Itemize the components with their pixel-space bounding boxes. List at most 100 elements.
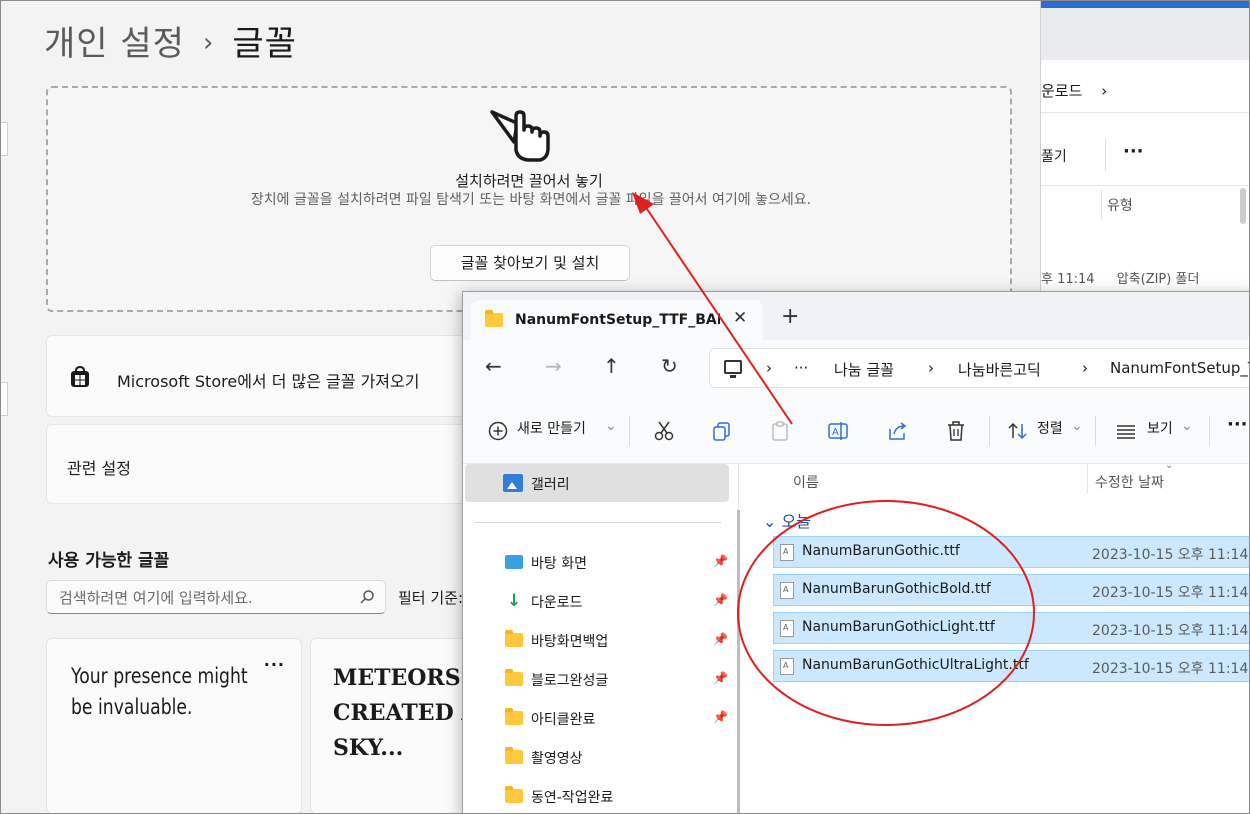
sidebar-item-folder[interactable]: 바탕화면백업 📌 [501, 625, 731, 655]
desktop-icon [505, 555, 523, 569]
tab-bar: NanumFontSetup_TTF_BARUN ✕ + [463, 292, 1250, 340]
font-file-icon [780, 620, 794, 637]
background-row-time: 후 11:14 [1041, 272, 1095, 287]
column-header-type[interactable]: 유형 [1107, 195, 1133, 215]
drop-zone-title: 설치하려면 끌어서 놓기 [455, 172, 603, 190]
toolbar-divider [1209, 416, 1210, 446]
browse-and-install-button[interactable]: 글꼴 찾아보기 및 설치 [430, 245, 630, 281]
pin-icon[interactable]: 📌 [713, 554, 728, 568]
more-options-icon[interactable]: ··· [264, 655, 285, 674]
forward-icon[interactable]: → [545, 354, 562, 378]
filter-label[interactable]: 필터 기준: [398, 587, 463, 608]
chevron-right-icon: › [1082, 359, 1088, 377]
view-button[interactable]: 보기 [1147, 418, 1173, 438]
extract-button[interactable]: 풀기 [1041, 146, 1067, 166]
column-header-date-modified[interactable]: 수정한 날짜 [1095, 472, 1164, 492]
sidebar-item-label: 블로그완성글 [531, 673, 609, 689]
sidebar-item-folder[interactable]: 촬영영상 [501, 742, 731, 772]
folder-icon [485, 310, 503, 327]
related-settings-title: 관련 설정 [67, 459, 131, 478]
sidebar-item-label: 동연-작업완료 [531, 790, 614, 806]
background-scrollbar[interactable] [1240, 188, 1246, 224]
rename-icon[interactable]: A [827, 420, 849, 442]
folder-icon [505, 630, 523, 647]
chevron-right-icon: › [766, 359, 772, 377]
close-tab-icon[interactable]: ✕ [733, 308, 747, 328]
font-file-icon [780, 582, 794, 599]
file-name: NanumBarunGothicLight.ttf [802, 619, 995, 635]
paste-icon[interactable] [769, 420, 791, 442]
chevron-down-icon[interactable]: ⌄ [605, 418, 617, 434]
breadcrumb-current-folder[interactable]: NanumFontSetup_TTF_BARUN [1110, 359, 1250, 377]
new-tab-icon[interactable]: + [781, 306, 799, 328]
breadcrumb-parent[interactable]: 개인 설정 [44, 24, 185, 64]
background-titlebar [1041, 0, 1250, 60]
column-divider[interactable] [1087, 464, 1088, 494]
sort-button[interactable]: 정렬 [1037, 418, 1063, 438]
background-row-type: 압축(ZIP) 폴더 [1116, 272, 1200, 287]
store-link-label: Microsoft Store에서 더 많은 글꼴 가져오기 [117, 372, 420, 391]
pin-icon[interactable]: 📌 [713, 710, 728, 724]
file-row[interactable]: NanumBarunGothicBold.ttf 2023-10-15 오후 1… [773, 574, 1250, 606]
file-name: NanumBarunGothicUltraLight.ttf [802, 657, 1029, 673]
sidebar-item-gallery[interactable]: 갤러리 [465, 464, 729, 502]
pc-icon [724, 360, 742, 378]
share-icon[interactable] [887, 420, 909, 442]
file-explorer-window: NanumFontSetup_TTF_BARUN ✕ + ← → ↑ ↻ › ·… [462, 291, 1250, 814]
chevron-right-icon: › [928, 359, 934, 377]
pin-icon[interactable]: 📌 [713, 593, 728, 607]
back-icon[interactable]: ← [485, 354, 502, 378]
up-icon[interactable]: ↑ [603, 354, 620, 378]
chevron-down-icon[interactable]: ⌄ [1071, 418, 1083, 434]
file-date: 2023-10-15 오후 11:14 [1092, 623, 1249, 639]
sidebar-item-folder[interactable]: 아티클완료 📌 [501, 703, 731, 733]
download-icon: ↓ [507, 591, 522, 611]
file-row[interactable]: NanumBarunGothic.ttf 2023-10-15 오후 11:14 [773, 536, 1250, 568]
background-address-bar[interactable]: 운로드 › [1041, 80, 1121, 101]
column-divider[interactable] [1101, 190, 1102, 220]
file-date: 2023-10-15 오후 11:14 [1092, 585, 1249, 601]
refresh-icon[interactable]: ↻ [661, 354, 678, 378]
group-header-today[interactable]: ⌄ 오늘 [763, 508, 811, 532]
font-search-input[interactable] [59, 587, 349, 609]
font-search-box[interactable] [46, 580, 386, 614]
more-options-icon[interactable]: ··· [1123, 141, 1144, 162]
font-card[interactable]: Your presence might be invaluable. ··· [46, 638, 302, 814]
sidebar-item-folder[interactable]: 동연-작업완료 [501, 781, 731, 811]
pin-icon[interactable]: 📌 [713, 671, 728, 685]
breadcrumb-nanum-fonts[interactable]: 나눔 글꼴 [834, 359, 894, 380]
pin-icon[interactable]: 📌 [713, 632, 728, 646]
font-sample-text: METEORS CREATED A SKY... [333, 665, 478, 761]
background-file-row[interactable]: 후 11:14 압축(ZIP) 폴더 [1041, 268, 1217, 287]
toolbar-divider [1095, 416, 1096, 446]
breadcrumb-overflow[interactable]: ··· [794, 359, 808, 377]
new-button[interactable]: 새로 만들기 [517, 418, 586, 438]
breadcrumb-nanum-barun-gothic[interactable]: 나눔바른고딕 [958, 359, 1041, 380]
sidebar-item-label: 다운로드 [531, 595, 583, 611]
more-options-icon[interactable]: ··· [1227, 414, 1248, 435]
navpane-scrollbar[interactable] [737, 510, 740, 814]
tab-nanumfontsetup[interactable]: NanumFontSetup_TTF_BARUN ✕ [471, 300, 763, 340]
svg-text:A: A [832, 427, 839, 438]
sidebar-item-desktop[interactable]: 바탕 화면 📌 [501, 547, 731, 577]
delete-icon[interactable] [945, 420, 967, 442]
breadcrumb-current: 글꼴 [232, 24, 297, 64]
copy-icon[interactable] [711, 420, 733, 442]
new-icon [488, 421, 508, 441]
toolbar-divider [1105, 139, 1106, 171]
file-row[interactable]: NanumBarunGothicUltraLight.ttf 2023-10-1… [773, 650, 1250, 682]
file-row[interactable]: NanumBarunGothicLight.ttf 2023-10-15 오후 … [773, 612, 1250, 644]
chevron-down-icon[interactable]: ⌄ [1181, 418, 1193, 434]
background-crumb[interactable]: 운로드 [1041, 82, 1082, 100]
sidebar-item-folder[interactable]: 블로그완성글 📌 [501, 664, 731, 694]
address-bar[interactable]: › ··· 나눔 글꼴 › 나눔바른고딕 › NanumFontSetup_TT… [709, 348, 1250, 388]
toolbar-divider [629, 416, 630, 446]
folder-icon [505, 747, 523, 764]
column-header-name[interactable]: 이름 [793, 472, 819, 492]
search-icon[interactable] [359, 589, 375, 605]
background-explorer-window: 운로드 › 풀기 ··· 유형 후 11:14 압축(ZIP) 폴더 [1040, 0, 1250, 300]
file-date: 2023-10-15 오후 11:14 [1092, 661, 1249, 677]
drag-hand-icon [490, 110, 550, 162]
cut-icon[interactable] [653, 420, 675, 442]
sidebar-item-downloads[interactable]: ↓ 다운로드 📌 [501, 586, 731, 616]
